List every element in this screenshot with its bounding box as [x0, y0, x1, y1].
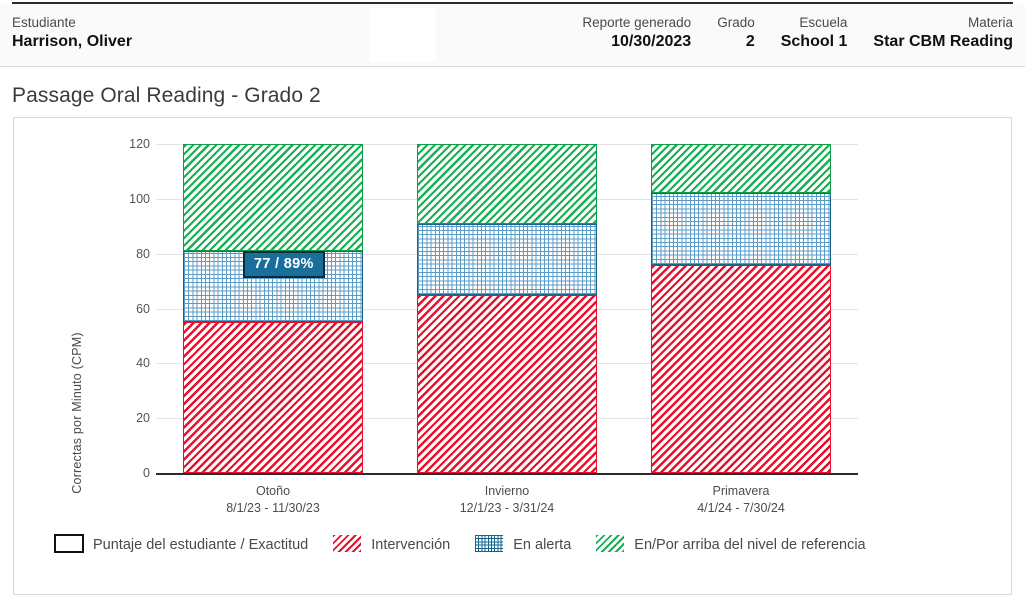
- school-label: Escuela: [799, 15, 848, 30]
- page-title: Passage Oral Reading - Grado 2: [12, 84, 321, 107]
- x-axis-period-name: Otoño: [255, 484, 291, 498]
- stacked-bar[interactable]: [651, 144, 831, 473]
- header-field-grade: Grado 2: [717, 14, 755, 53]
- legend-item[interactable]: En/Por arriba del nivel de referencia: [595, 534, 889, 553]
- chart-legend: Puntaje del estudiante / Exactitud Interv…: [54, 530, 974, 560]
- legend-item-label: Puntaje del estudiante / Exactitud: [93, 537, 309, 553]
- gridline: [156, 473, 858, 475]
- stacked-bar[interactable]: [183, 144, 363, 473]
- report-generated-value: 10/30/2023: [611, 33, 692, 50]
- header-field-report-generated: Reporte generado 10/30/2023: [582, 14, 691, 53]
- header-fields: Reporte generado 10/30/2023 Grado 2 Escu…: [556, 14, 1013, 53]
- benchmark-band[interactable]: [183, 144, 363, 251]
- student-block: Estudiante Harrison, Oliver: [12, 14, 132, 53]
- x-axis-period-range: 4/1/24 - 7/30/24: [697, 501, 785, 515]
- y-axis-tick-label: 40: [136, 356, 150, 371]
- plot-area: 77 / 89%: [156, 144, 858, 475]
- score-tooltip: 77 / 89%: [243, 250, 325, 278]
- legend-item[interactable]: Intervención: [332, 534, 474, 553]
- x-axis-labels: Otoño 8/1/23 - 11/30/23 Invierno 12/1/23 - …: [156, 483, 858, 529]
- y-axis-title: Correctas por Minuto (CPM): [70, 332, 84, 494]
- y-axis-tick-label: 80: [136, 246, 150, 261]
- y-axis-ticks: 0 20 40 60 80 100 120: [100, 137, 150, 480]
- stacked-bar[interactable]: [417, 144, 597, 473]
- benchmark-band[interactable]: [651, 144, 831, 194]
- x-axis-period-range: 8/1/23 - 11/30/23: [226, 501, 320, 515]
- x-axis-period-range: 12/1/23 - 3/31/24: [459, 501, 555, 515]
- on-watch-band[interactable]: [651, 193, 831, 265]
- school-value: School 1: [780, 33, 848, 50]
- outline-box-swatch: [54, 534, 84, 553]
- report-header: Estudiante Harrison, Oliver Reporte gene…: [0, 4, 1025, 66]
- report-generated-label: Reporte generado: [582, 15, 692, 30]
- on-watch-band[interactable]: [417, 223, 597, 295]
- grade-label: Grado: [717, 15, 755, 30]
- y-axis-tick-label: 100: [129, 191, 150, 206]
- x-axis-label: Otoño 8/1/23 - 11/30/23: [156, 483, 390, 517]
- legend-item-label: En/Por arriba del nivel de referencia: [634, 537, 866, 553]
- benchmark-band[interactable]: [417, 144, 597, 224]
- x-axis-label: Primavera 4/1/24 - 7/30/24: [624, 483, 858, 517]
- subject-label: Materia: [967, 15, 1013, 30]
- red-diagonal-hatch-swatch: [332, 534, 363, 553]
- legend-item[interactable]: En alerta: [474, 534, 595, 553]
- stacked-bar-chart: Correctas por Minuto (CPM) 0 20 40 60 80 100 1…: [14, 118, 1011, 594]
- intervention-band[interactable]: [417, 294, 597, 473]
- legend-item-label: En alerta: [513, 537, 572, 553]
- legend-item-label: Intervención: [371, 537, 451, 553]
- blue-crosshatch-swatch: [474, 534, 505, 553]
- x-axis-period-name: Primavera: [712, 484, 770, 498]
- header-field-subject: Materia Star CBM Reading: [873, 14, 1013, 53]
- report-page: Estudiante Harrison, Oliver Reporte gene…: [0, 0, 1025, 605]
- y-axis-tick-label: 60: [136, 301, 150, 316]
- x-axis-label: Invierno 12/1/23 - 3/31/24: [390, 483, 624, 517]
- x-axis-period-name: Invierno: [484, 484, 530, 498]
- student-label: Estudiante: [12, 15, 76, 30]
- y-axis-tick-label: 20: [136, 411, 150, 426]
- grade-value: 2: [745, 33, 755, 50]
- legend-item[interactable]: Puntaje del estudiante / Exactitud: [54, 534, 332, 553]
- y-axis-tick-label: 0: [143, 466, 150, 480]
- subject-value: Star CBM Reading: [873, 33, 1013, 50]
- header-bottom-rule: [0, 66, 1025, 67]
- chart-card: Correctas por Minuto (CPM) 0 20 40 60 80 100 1…: [13, 117, 1012, 595]
- green-diagonal-hatch-swatch: [595, 534, 626, 553]
- intervention-band[interactable]: [183, 322, 363, 473]
- intervention-band[interactable]: [651, 264, 831, 473]
- student-name: Harrison, Oliver: [12, 33, 133, 50]
- header-field-school: Escuela School 1: [781, 14, 848, 53]
- y-axis-tick-label: 120: [129, 137, 150, 151]
- header-blank-area: [370, 8, 436, 62]
